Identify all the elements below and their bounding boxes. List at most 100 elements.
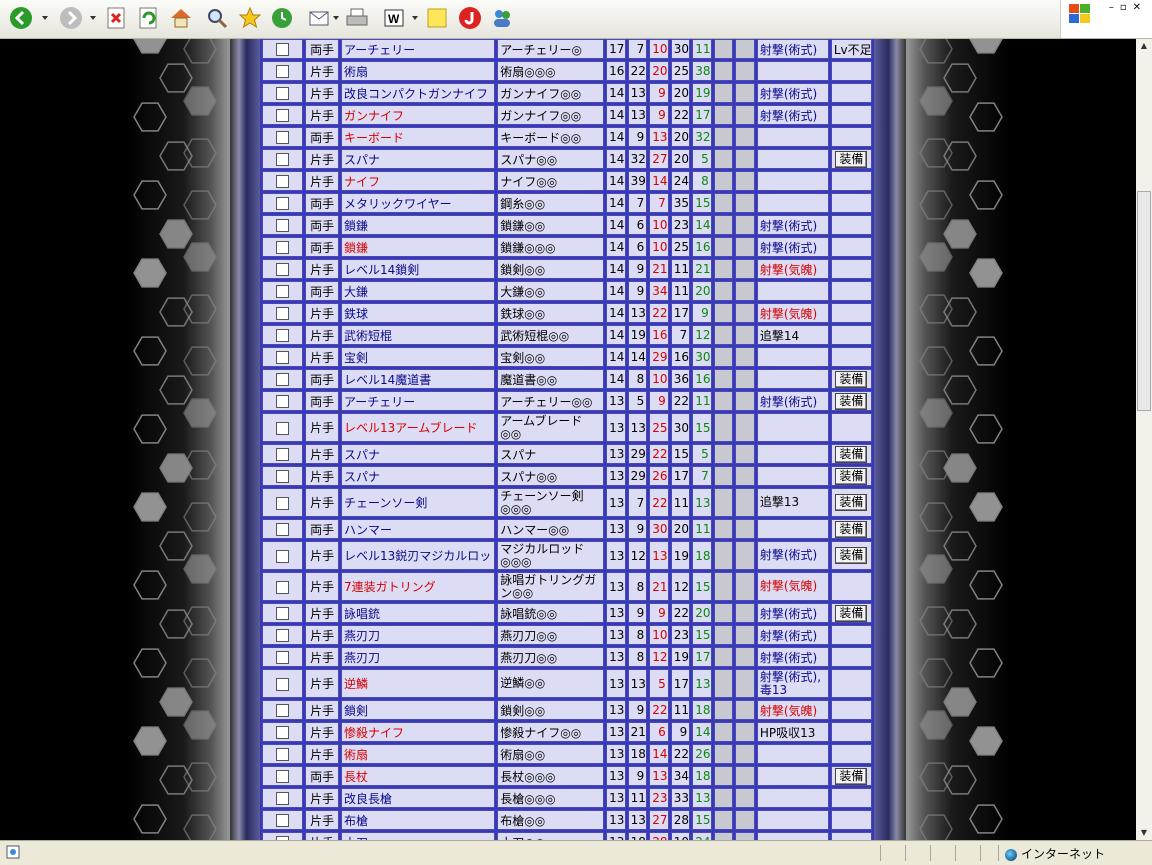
equip-button[interactable]: 装備 <box>835 520 868 538</box>
select-checkbox[interactable] <box>276 770 290 783</box>
select-checkbox[interactable] <box>276 329 290 342</box>
hand-type: 片手 <box>305 444 340 464</box>
select-checkbox[interactable] <box>276 307 290 320</box>
edit-dropdown-icon[interactable] <box>412 16 418 20</box>
select-checkbox[interactable] <box>276 580 290 594</box>
stop-icon[interactable] <box>104 5 130 31</box>
empty-cell <box>735 391 755 411</box>
select-checkbox[interactable] <box>276 395 290 408</box>
weapon-kind: 鎖剣◎◎ <box>497 700 605 720</box>
select-checkbox[interactable] <box>276 263 290 276</box>
equip-button[interactable]: 装備 <box>835 392 868 410</box>
windows-logo-area: –▫✕ <box>1060 0 1152 38</box>
hex-decoration <box>183 86 217 116</box>
select-checkbox[interactable] <box>276 704 290 717</box>
select-checkbox[interactable] <box>276 607 290 620</box>
globe-icon <box>1005 848 1017 861</box>
equip-button[interactable]: 装備 <box>835 370 868 388</box>
stat-a: 29 <box>627 444 648 464</box>
window-controls[interactable]: –▫✕ <box>1109 2 1147 13</box>
mail-icon[interactable] <box>307 5 333 31</box>
select-checkbox[interactable] <box>276 241 290 254</box>
hex-decoration <box>919 606 953 636</box>
svg-text:W: W <box>388 12 400 26</box>
forward-icon[interactable] <box>58 5 84 31</box>
equip-button[interactable]: 装備 <box>835 445 868 463</box>
select-checkbox[interactable] <box>276 219 290 232</box>
addon-icon[interactable] <box>457 5 483 31</box>
select-checkbox[interactable] <box>276 87 290 100</box>
hex-decoration <box>159 219 193 249</box>
hex-decoration <box>133 414 167 444</box>
select-checkbox[interactable] <box>276 549 290 563</box>
back-icon[interactable] <box>8 5 34 31</box>
mail-dropdown-icon[interactable] <box>333 16 339 20</box>
select-checkbox[interactable] <box>276 421 290 435</box>
favorites-star-icon[interactable] <box>237 5 263 31</box>
select-checkbox[interactable] <box>276 285 290 298</box>
messenger-icon[interactable] <box>489 5 515 31</box>
extra-cell <box>830 669 872 698</box>
select-checkbox[interactable] <box>276 131 290 144</box>
equip-button[interactable]: 装備 <box>835 150 868 168</box>
select-checkbox[interactable] <box>276 470 290 483</box>
scroll-down-icon[interactable]: ▼ <box>1137 826 1151 840</box>
weapon-name: 術扇 <box>341 61 496 81</box>
note-icon[interactable] <box>424 5 450 31</box>
select-checkbox[interactable] <box>276 814 290 827</box>
stat-c: 20 <box>670 149 691 169</box>
select-checkbox[interactable] <box>276 373 290 386</box>
home-icon[interactable] <box>168 5 194 31</box>
select-checkbox[interactable] <box>276 197 290 210</box>
select-cell <box>262 171 304 191</box>
scroll-up-icon[interactable]: ▲ <box>1137 39 1151 53</box>
select-checkbox[interactable] <box>276 651 290 664</box>
stat-b: 25 <box>649 413 669 442</box>
hex-decoration <box>159 687 193 717</box>
extra-cell <box>830 105 872 125</box>
select-checkbox[interactable] <box>276 109 290 122</box>
equip-button[interactable]: 装備 <box>835 547 868 564</box>
select-checkbox[interactable] <box>276 351 290 364</box>
select-checkbox[interactable] <box>276 153 290 166</box>
weapon-kind: 燕刃刀◎◎ <box>497 647 605 667</box>
table-row: 片手 武術短棍 武術短棍◎◎ 14 19 16 7 12 追撃14 <box>262 325 872 345</box>
history-icon[interactable] <box>269 5 295 31</box>
equip-button[interactable]: 装備 <box>835 467 868 485</box>
search-icon[interactable] <box>204 5 230 31</box>
stat-b: 27 <box>649 810 669 830</box>
select-checkbox[interactable] <box>276 43 290 56</box>
select-checkbox[interactable] <box>276 448 290 461</box>
stat-b: 10 <box>649 625 669 645</box>
refresh-icon[interactable] <box>136 5 162 31</box>
stat-d: 15 <box>692 193 712 213</box>
empty-cell <box>735 127 755 147</box>
print-icon[interactable] <box>344 5 370 31</box>
select-checkbox[interactable] <box>276 748 290 761</box>
select-checkbox[interactable] <box>276 677 290 691</box>
equip-button[interactable]: 装備 <box>835 494 868 511</box>
scrollbar-thumb[interactable] <box>1137 191 1151 411</box>
select-checkbox[interactable] <box>276 726 290 739</box>
select-checkbox[interactable] <box>276 629 290 642</box>
hex-decoration <box>133 180 167 210</box>
select-checkbox[interactable] <box>276 792 290 805</box>
stat-c: 28 <box>670 810 691 830</box>
stat-a: 7 <box>627 193 648 213</box>
forward-dropdown-icon[interactable] <box>90 16 96 20</box>
equip-button[interactable]: 装備 <box>835 604 868 622</box>
vertical-scrollbar[interactable]: ▲ ▼ <box>1136 39 1152 840</box>
browser-toolbar: W –▫✕ <box>0 0 1152 39</box>
hex-decoration <box>969 102 1003 132</box>
empty-cell <box>735 369 755 389</box>
stat-c: 25 <box>670 61 691 81</box>
hex-decoration <box>183 606 217 636</box>
select-checkbox[interactable] <box>276 175 290 188</box>
edit-word-icon[interactable]: W <box>381 5 407 31</box>
stat-a: 9 <box>627 281 648 301</box>
back-dropdown-icon[interactable] <box>42 16 48 20</box>
select-checkbox[interactable] <box>276 65 290 78</box>
select-checkbox[interactable] <box>276 496 290 510</box>
select-checkbox[interactable] <box>276 523 290 536</box>
equip-button[interactable]: 装備 <box>835 767 868 785</box>
